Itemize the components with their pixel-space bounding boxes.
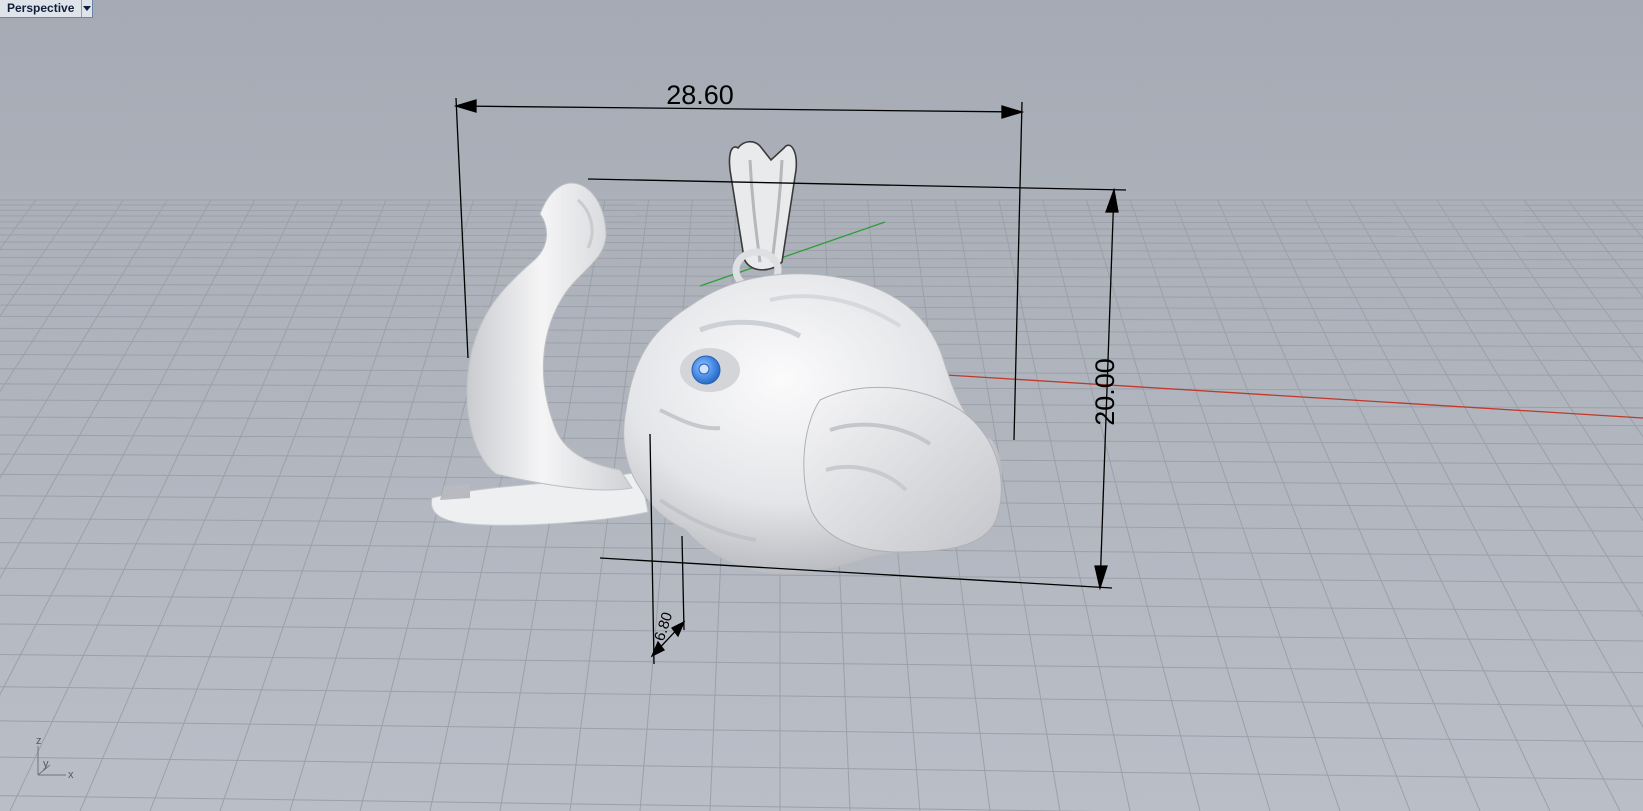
axis-widget-x-label: x xyxy=(68,769,74,781)
grid-line xyxy=(1042,199,1201,811)
grid-line xyxy=(0,248,1643,252)
viewport-title-label[interactable]: Perspective xyxy=(0,0,81,17)
viewport-title-tab[interactable]: Perspective xyxy=(0,0,94,18)
grid-line xyxy=(0,756,1643,780)
viewport-menu-button[interactable] xyxy=(81,0,92,17)
grid-line xyxy=(0,234,1643,237)
grid-line xyxy=(1392,199,1643,618)
elephant-pendant-model[interactable] xyxy=(430,140,1003,575)
grid-line xyxy=(0,199,212,580)
grid-line xyxy=(0,221,1643,224)
grid-line xyxy=(0,199,124,393)
width-dimension-label[interactable]: 28.60 xyxy=(666,80,734,110)
height-dimension-label[interactable]: 20.00 xyxy=(1090,358,1120,426)
grid-line xyxy=(0,720,1643,743)
grid-line xyxy=(0,686,1643,707)
grid-line xyxy=(0,199,80,317)
width-dimension-line[interactable] xyxy=(455,105,1023,113)
grid-line xyxy=(0,215,1643,218)
x-axis-line xyxy=(929,373,1643,419)
grid-line xyxy=(0,199,256,696)
grid-line xyxy=(9,199,299,811)
axis-widget-z-label: z xyxy=(36,735,42,747)
grid-line xyxy=(1567,199,1643,298)
grid-line xyxy=(0,594,1643,612)
3d-scene[interactable]: 28.60 20.00 6.80 z y x xyxy=(0,0,1643,811)
grid-line xyxy=(1436,199,1643,522)
height-extension-top xyxy=(587,178,1127,191)
depth-dimension-label[interactable]: 6.80 xyxy=(651,610,676,643)
depth-extension-right xyxy=(681,535,685,631)
grid-line xyxy=(79,199,343,811)
axis-widget-y-label: y xyxy=(43,758,49,770)
perspective-viewport[interactable]: 28.60 20.00 6.80 z y x Perspective xyxy=(0,0,1643,811)
width-extension-right xyxy=(1013,101,1023,441)
grid-line xyxy=(0,199,168,480)
height-extension-bottom xyxy=(599,557,1113,589)
grid-line xyxy=(0,623,1643,642)
grid-line xyxy=(1085,199,1271,811)
grid-line xyxy=(0,256,1643,261)
grid-line xyxy=(0,199,37,250)
grid-line xyxy=(0,265,1643,270)
grid-line xyxy=(1523,199,1643,364)
grid-line xyxy=(0,227,1643,230)
grid-line xyxy=(1480,199,1643,438)
grid-line xyxy=(0,653,1643,674)
grid-line xyxy=(219,199,431,811)
grid-line xyxy=(0,795,1097,811)
chevron-down-icon xyxy=(83,5,92,11)
grid-line xyxy=(149,199,387,811)
